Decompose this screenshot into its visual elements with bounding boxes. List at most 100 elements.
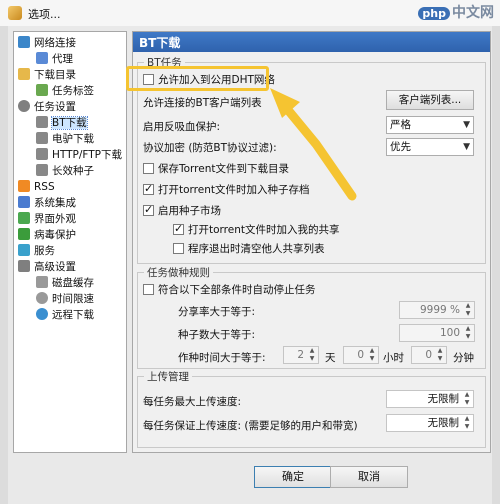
tree-item-label: BT下载 xyxy=(51,116,88,130)
panel-title: BT下载 xyxy=(139,36,181,50)
tree-item-remote[interactable]: 远程下载 xyxy=(36,307,94,323)
tree-item-rss[interactable]: RSS xyxy=(18,179,55,195)
tree-item-appearance[interactable]: 界面外观 xyxy=(18,211,76,227)
protocol-select[interactable]: 优先 ▼ xyxy=(386,138,474,156)
seed-market-label[interactable]: 启用种子市场 xyxy=(158,203,221,218)
hours-unit: 小时 xyxy=(383,352,404,364)
group-title: 任务做种规则 xyxy=(144,265,213,280)
spinner-arrows-icon: ▲ ▼ xyxy=(464,415,470,430)
tree-item-task-settings[interactable]: 任务设置 xyxy=(18,99,76,115)
network-icon xyxy=(18,36,30,48)
rss-icon xyxy=(18,180,30,192)
anti-leech-label: 启用反吸血保护: xyxy=(143,121,221,133)
chevron-down-icon: ▼ xyxy=(463,120,470,130)
disk-cache-icon xyxy=(36,276,48,288)
options-tree[interactable]: 网络连接 代理 下载目录 任务标签 任务设置 BT下载 电驴下载 HTTP/FT… xyxy=(13,31,127,453)
minutes-value: 0 xyxy=(425,349,432,361)
anti-leech-select[interactable]: 严格 ▼ xyxy=(386,116,474,134)
minutes-input[interactable]: 0 ▲ ▼ xyxy=(411,346,447,364)
watermark: php 中文网 xyxy=(418,2,494,22)
spinner-arrows-icon: ▲ ▼ xyxy=(465,302,471,317)
tree-item-label: 长效种子 xyxy=(52,165,94,177)
tree-item-label: 远程下载 xyxy=(52,309,94,321)
window-title: 选项... xyxy=(28,8,61,21)
auto-stop-checkbox[interactable] xyxy=(143,284,154,295)
tree-item-label: 时间限速 xyxy=(52,293,94,305)
share-ratio-input[interactable]: 9999 % ▲ ▼ xyxy=(399,301,475,319)
open-torrent-label[interactable]: 打开torrent文件时加入种子存档 xyxy=(158,182,310,197)
tree-item-label: 病毒保护 xyxy=(34,229,76,241)
hours-input[interactable]: 0 ▲ ▼ xyxy=(343,346,379,364)
protocol-label: 协议加密 (防范BT协议过滤): xyxy=(143,142,277,154)
annotation-highlight-box xyxy=(126,66,269,91)
background-edge-left xyxy=(0,26,8,504)
client-list-label: 允许连接的BT客户端列表 xyxy=(143,97,262,109)
bt-download-panel: BT下载 BT任务 允许加入到公用DHT网络 允许连接的BT客户端列表 客户端列… xyxy=(132,31,491,453)
tag-icon xyxy=(36,84,48,96)
seed-time-label: 作种时间大于等于: xyxy=(178,352,266,364)
watermark-text: 中文网 xyxy=(452,5,494,21)
days-unit: 天 xyxy=(325,352,336,364)
advanced-icon xyxy=(18,260,30,272)
tree-item-time-limit[interactable]: 时间限速 xyxy=(36,291,94,307)
min-upload-label: 每任务保证上传速度: (需要足够的用户和带宽) xyxy=(143,420,358,432)
tree-item-label: 网络连接 xyxy=(34,37,76,49)
tree-item-network[interactable]: 网络连接 xyxy=(18,35,76,51)
tree-item-label: 代理 xyxy=(52,53,73,65)
min-upload-input[interactable]: 无限制 ▲ ▼ xyxy=(386,414,474,432)
folder-icon xyxy=(18,68,30,80)
share-on-open-checkbox[interactable] xyxy=(173,222,184,235)
tree-item-label: 界面外观 xyxy=(34,213,76,225)
tree-item-integration[interactable]: 系统集成 xyxy=(18,195,76,211)
integration-icon xyxy=(18,196,30,208)
title-bar: 选项... php 中文网 xyxy=(0,0,500,26)
share-ratio-label: 分享率大于等于: xyxy=(178,306,256,318)
max-upload-input[interactable]: 无限制 ▲ ▼ xyxy=(386,390,474,408)
share-on-open-label[interactable]: 打开torrent文件时加入我的共享 xyxy=(188,222,340,237)
max-upload-value: 无限制 xyxy=(427,393,460,405)
share-ratio-value: 9999 % xyxy=(419,304,460,316)
clear-on-exit-checkbox[interactable] xyxy=(173,243,184,254)
tree-item-long-seed[interactable]: 长效种子 xyxy=(36,163,94,179)
tree-item-download-dir[interactable]: 下载目录 xyxy=(18,67,76,83)
tree-item-label: 系统集成 xyxy=(34,197,76,209)
tree-item-proxy[interactable]: 代理 xyxy=(36,51,73,67)
days-input[interactable]: 2 ▲ ▼ xyxy=(283,346,319,364)
group-title: 上传管理 xyxy=(144,369,192,384)
protocol-value: 优先 xyxy=(390,141,411,153)
tree-item-disk-cache[interactable]: 磁盘缓存 xyxy=(36,275,94,291)
seed-count-input[interactable]: 100 ▲ ▼ xyxy=(399,324,475,342)
max-upload-label: 每任务最大上传速度: xyxy=(143,396,242,408)
tree-item-http-ftp[interactable]: HTTP/FTP下载 xyxy=(36,147,122,163)
ok-button[interactable]: 确定 xyxy=(254,466,332,488)
tree-item-advanced[interactable]: 高级设置 xyxy=(18,259,76,275)
upload-group: 上传管理 xyxy=(137,369,486,448)
clock-icon xyxy=(36,292,48,304)
tree-item-bt-download[interactable]: BT下载 xyxy=(36,115,88,131)
tree-item-task-tags[interactable]: 任务标签 xyxy=(36,83,94,99)
tree-item-label: RSS xyxy=(34,181,55,193)
open-torrent-checkbox[interactable] xyxy=(143,182,154,195)
save-torrent-label[interactable]: 保存Torrent文件到下载目录 xyxy=(158,161,289,176)
tree-item-label: 任务标签 xyxy=(52,85,94,97)
tree-item-ed2k[interactable]: 电驴下载 xyxy=(36,131,94,147)
save-torrent-checkbox[interactable] xyxy=(143,163,154,174)
service-icon xyxy=(18,244,30,256)
tree-item-virus[interactable]: 病毒保护 xyxy=(18,227,76,243)
seed-icon xyxy=(36,164,48,176)
auto-stop-label[interactable]: 符合以下全部条件时自动停止任务 xyxy=(158,282,316,297)
tree-item-service[interactable]: 服务 xyxy=(18,243,55,259)
clear-on-exit-label[interactable]: 程序退出时清空他人共享列表 xyxy=(188,241,325,256)
tree-item-label: 高级设置 xyxy=(34,261,76,273)
seed-market-checkbox[interactable] xyxy=(143,203,154,216)
tree-item-label: 下载目录 xyxy=(34,69,76,81)
chevron-down-icon: ▼ xyxy=(463,142,470,152)
watermark-badge: php xyxy=(418,7,450,20)
seed-count-label: 种子数大于等于: xyxy=(178,329,256,341)
minutes-unit: 分钟 xyxy=(453,352,474,364)
shield-icon xyxy=(18,228,30,240)
spinner-arrows-icon: ▲ ▼ xyxy=(309,347,315,362)
client-list-button[interactable]: 客户端列表... xyxy=(386,90,474,110)
hours-value: 0 xyxy=(357,349,364,361)
cancel-button[interactable]: 取消 xyxy=(330,466,408,488)
